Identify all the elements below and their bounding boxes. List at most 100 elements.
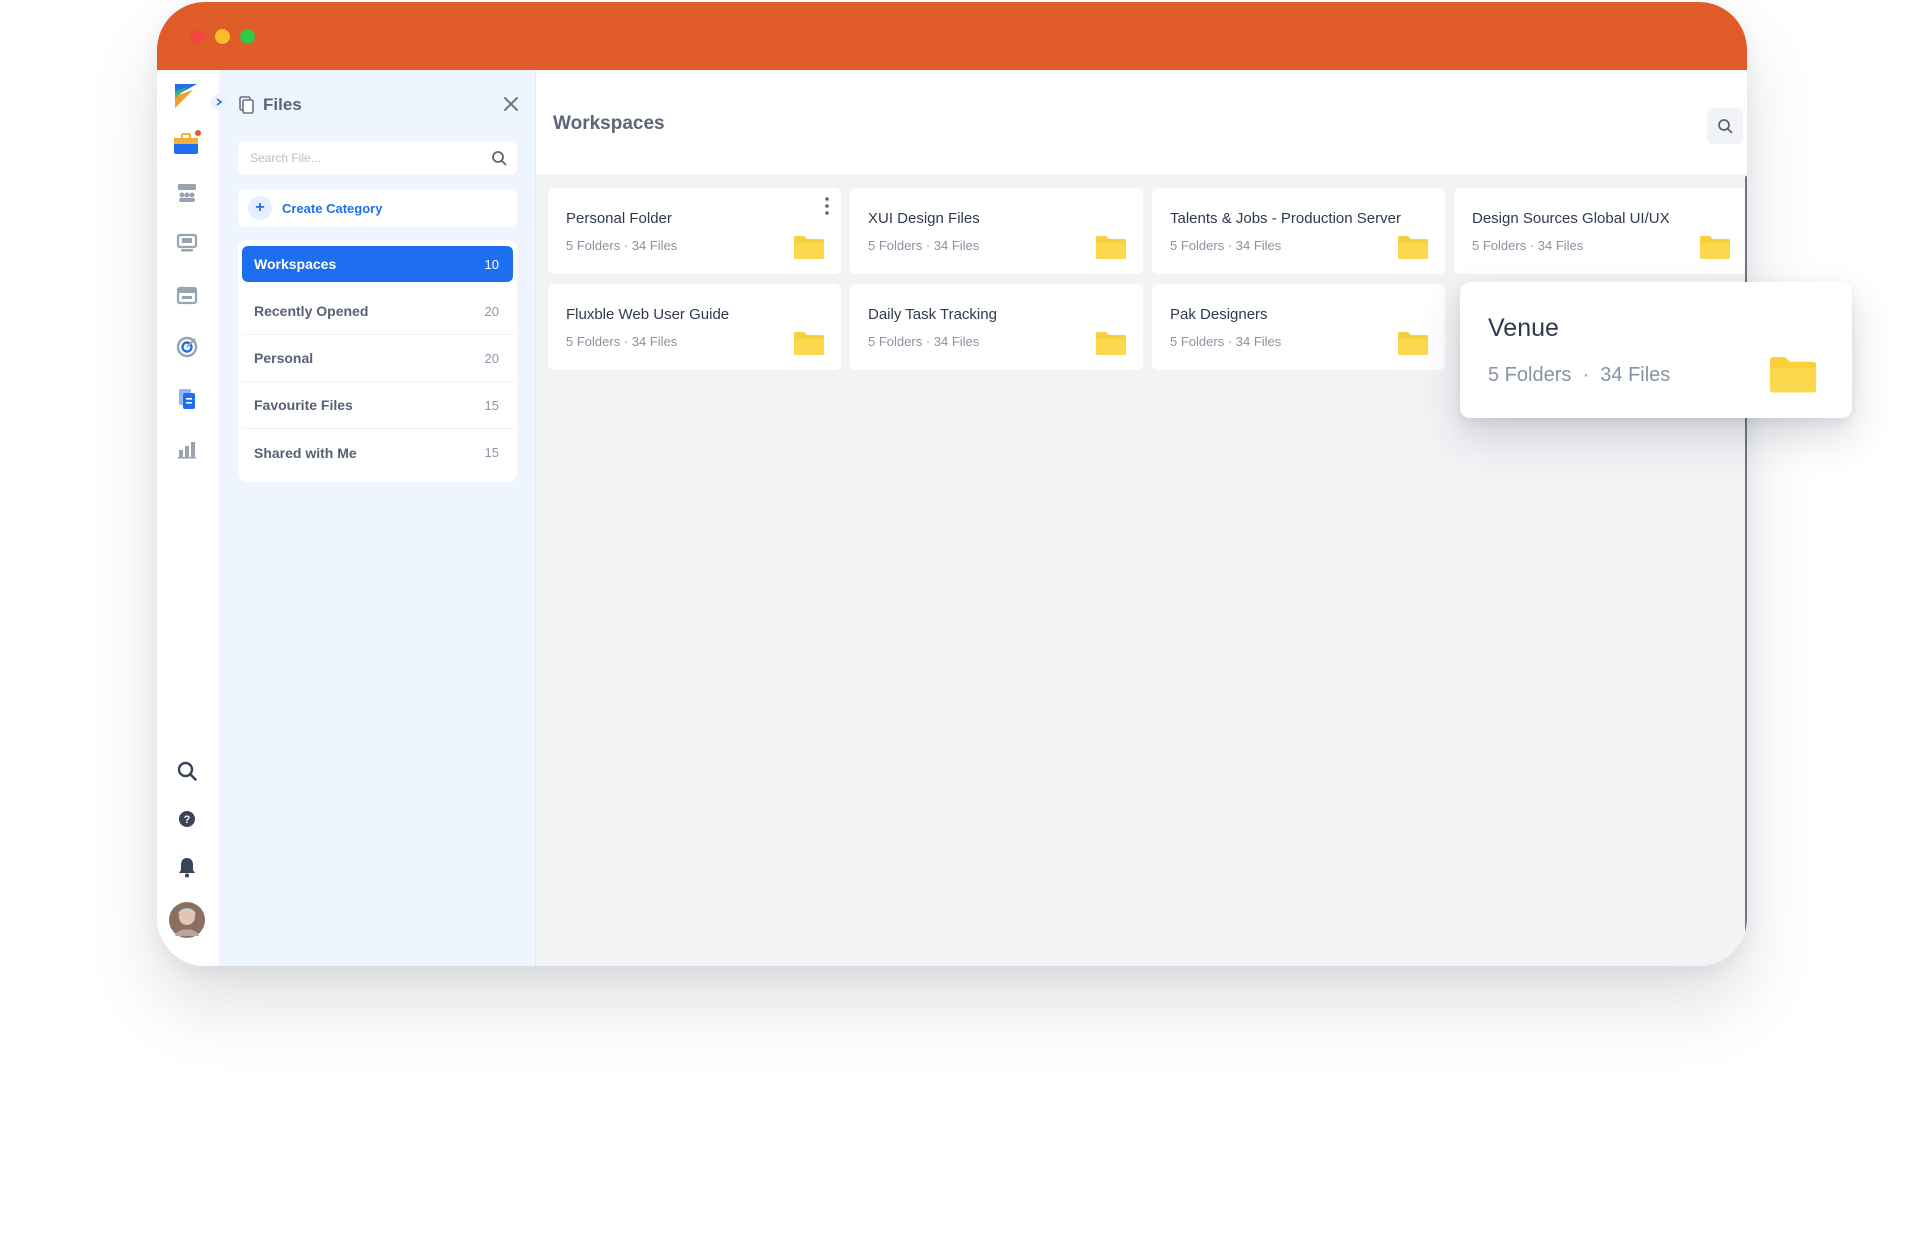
expand-sidebar-button[interactable] <box>211 94 227 110</box>
sidebar-item-workspaces[interactable]: Workspaces 10 <box>242 246 513 282</box>
main-content: Workspaces Personal Folder 5 Folders · 3… <box>536 70 1747 966</box>
workspace-card[interactable]: Fluxble Web User Guide 5 Folders · 34 Fi… <box>548 284 841 370</box>
sidebar-item-personal[interactable]: Personal 20 <box>242 335 513 382</box>
calendar-icon[interactable] <box>172 280 202 310</box>
help-icon[interactable]: ? <box>172 804 202 834</box>
card-title: Daily Task Tracking <box>868 306 997 323</box>
sidebar-item-label: Favourite Files <box>254 397 353 413</box>
card-file-count: 34 Files <box>1235 334 1282 349</box>
main-header: Workspaces <box>536 70 1747 174</box>
card-title: Design Sources Global UI/UX <box>1472 210 1670 227</box>
bell-icon[interactable] <box>172 852 202 882</box>
sidebar-item-count: 20 <box>484 350 499 366</box>
sidebar-item-count: 15 <box>484 445 499 460</box>
app-window: ? Files + Create Category Workspaces 10 <box>157 2 1747 966</box>
card-title: Talents & Jobs - Production Server <box>1170 210 1401 227</box>
minimize-window-button[interactable] <box>215 29 230 44</box>
close-icon[interactable] <box>501 94 521 114</box>
workspace-card[interactable]: Daily Task Tracking 5 Folders · 34 Files <box>850 284 1143 370</box>
search-icon[interactable] <box>172 756 202 786</box>
card-folder-count: 5 Folders <box>566 334 621 349</box>
workspace-card[interactable]: Talents & Jobs - Production Server 5 Fol… <box>1152 188 1445 274</box>
target-icon[interactable] <box>172 332 202 362</box>
search-button[interactable] <box>1707 108 1743 144</box>
card-meta: 5 Folders · 34 Files <box>868 238 980 253</box>
workspace-card[interactable]: Pak Designers 5 Folders · 34 Files <box>1152 284 1445 370</box>
card-file-count: 34 Files <box>631 238 678 253</box>
card-file-count: 34 Files <box>1537 238 1584 253</box>
card-title: XUI Design Files <box>868 210 980 227</box>
sidebar-item-label: Recently Opened <box>254 303 369 319</box>
folder-icon <box>794 332 824 355</box>
workspace-card-venue[interactable]: Venue 5 Folders · 34 Files <box>1460 282 1852 418</box>
search-icon[interactable] <box>491 150 507 166</box>
maximize-window-button[interactable] <box>240 29 255 44</box>
card-file-count: 34 Files <box>933 238 980 253</box>
card-file-count: 34 Files <box>1235 238 1282 253</box>
card-meta: 5 Folders · 34 Files <box>1472 238 1584 253</box>
card-title: Fluxble Web User Guide <box>566 306 730 323</box>
workspace-card[interactable]: Personal Folder 5 Folders · 34 Files <box>548 188 841 274</box>
sidebar-item-recently-opened[interactable]: Recently Opened 20 <box>242 288 513 335</box>
workspace-card[interactable]: XUI Design Files 5 Folders · 34 Files <box>850 188 1143 274</box>
sidebar-item-count: 20 <box>484 303 499 319</box>
chevron-right-icon <box>216 98 223 106</box>
folder-icon <box>1398 332 1428 355</box>
sidebar-item-label: Workspaces <box>254 256 337 272</box>
folder-icon <box>1700 236 1730 259</box>
card-meta: 5 Folders · 34 Files <box>1170 238 1282 253</box>
card-folder-count: 5 Folders <box>868 334 923 349</box>
sidebar-item-shared-with-me[interactable]: Shared with Me 15 <box>242 429 513 476</box>
plus-icon: + <box>248 196 272 220</box>
card-meta: 5 Folders · 34 Files <box>1170 334 1282 349</box>
logo-icon[interactable] <box>173 82 199 110</box>
create-category-label: Create Category <box>282 200 383 216</box>
briefcase-icon[interactable] <box>172 128 202 158</box>
card-file-count: 34 Files <box>1600 364 1671 386</box>
avatar[interactable] <box>169 902 205 938</box>
svg-text:?: ? <box>184 814 191 826</box>
team-icon[interactable] <box>172 178 202 208</box>
card-meta: 5 Folders · 34 Files <box>566 334 678 349</box>
sidebar-item-label: Personal <box>254 350 314 366</box>
sidebar-item-count: 10 <box>484 256 499 272</box>
card-meta: 5 Folders · 34 Files <box>566 238 678 253</box>
monitor-icon[interactable] <box>172 228 202 258</box>
files-icon[interactable] <box>172 384 202 414</box>
card-meta: 5 Folders · 34 Files <box>1488 364 1671 386</box>
card-folder-count: 5 Folders <box>566 238 621 253</box>
folder-icon <box>794 236 824 259</box>
card-file-count: 34 Files <box>933 334 980 349</box>
card-title: Venue <box>1488 314 1559 342</box>
card-folder-count: 5 Folders <box>1488 364 1572 386</box>
folder-icon <box>1096 332 1126 355</box>
chart-icon[interactable] <box>172 434 202 464</box>
category-list: Workspaces 10 Recently Opened 20 Persona… <box>238 240 517 482</box>
search-file-input[interactable] <box>238 141 468 175</box>
card-title: Pak Designers <box>1170 306 1268 323</box>
card-menu-icon[interactable] <box>823 196 831 216</box>
file-search <box>238 141 517 175</box>
folder-icon <box>1398 236 1428 259</box>
card-folder-count: 5 Folders <box>1472 238 1527 253</box>
card-folder-count: 5 Folders <box>868 238 923 253</box>
folder-icon <box>1769 357 1817 393</box>
files-sidebar: Files + Create Category Workspaces 10 Re… <box>219 70 536 966</box>
create-category-button[interactable]: + Create Category <box>238 189 517 227</box>
card-meta: 5 Folders · 34 Files <box>868 334 980 349</box>
card-folder-count: 5 Folders <box>1170 334 1225 349</box>
icon-rail: ? <box>157 70 227 966</box>
card-file-count: 34 Files <box>631 334 678 349</box>
sidebar-title: Files <box>263 95 302 114</box>
folder-icon <box>1096 236 1126 259</box>
close-window-button[interactable] <box>190 29 205 44</box>
title-bar <box>157 2 1747 70</box>
sidebar-item-favourite-files[interactable]: Favourite Files 15 <box>242 382 513 429</box>
sidebar-item-label: Shared with Me <box>254 444 357 461</box>
files-icon <box>239 96 254 114</box>
sidebar-header: Files <box>239 94 302 116</box>
card-folder-count: 5 Folders <box>1170 238 1225 253</box>
page-title: Workspaces <box>553 113 665 134</box>
workspace-card[interactable]: Design Sources Global UI/UX 5 Folders · … <box>1454 188 1747 274</box>
card-title: Personal Folder <box>566 210 672 227</box>
